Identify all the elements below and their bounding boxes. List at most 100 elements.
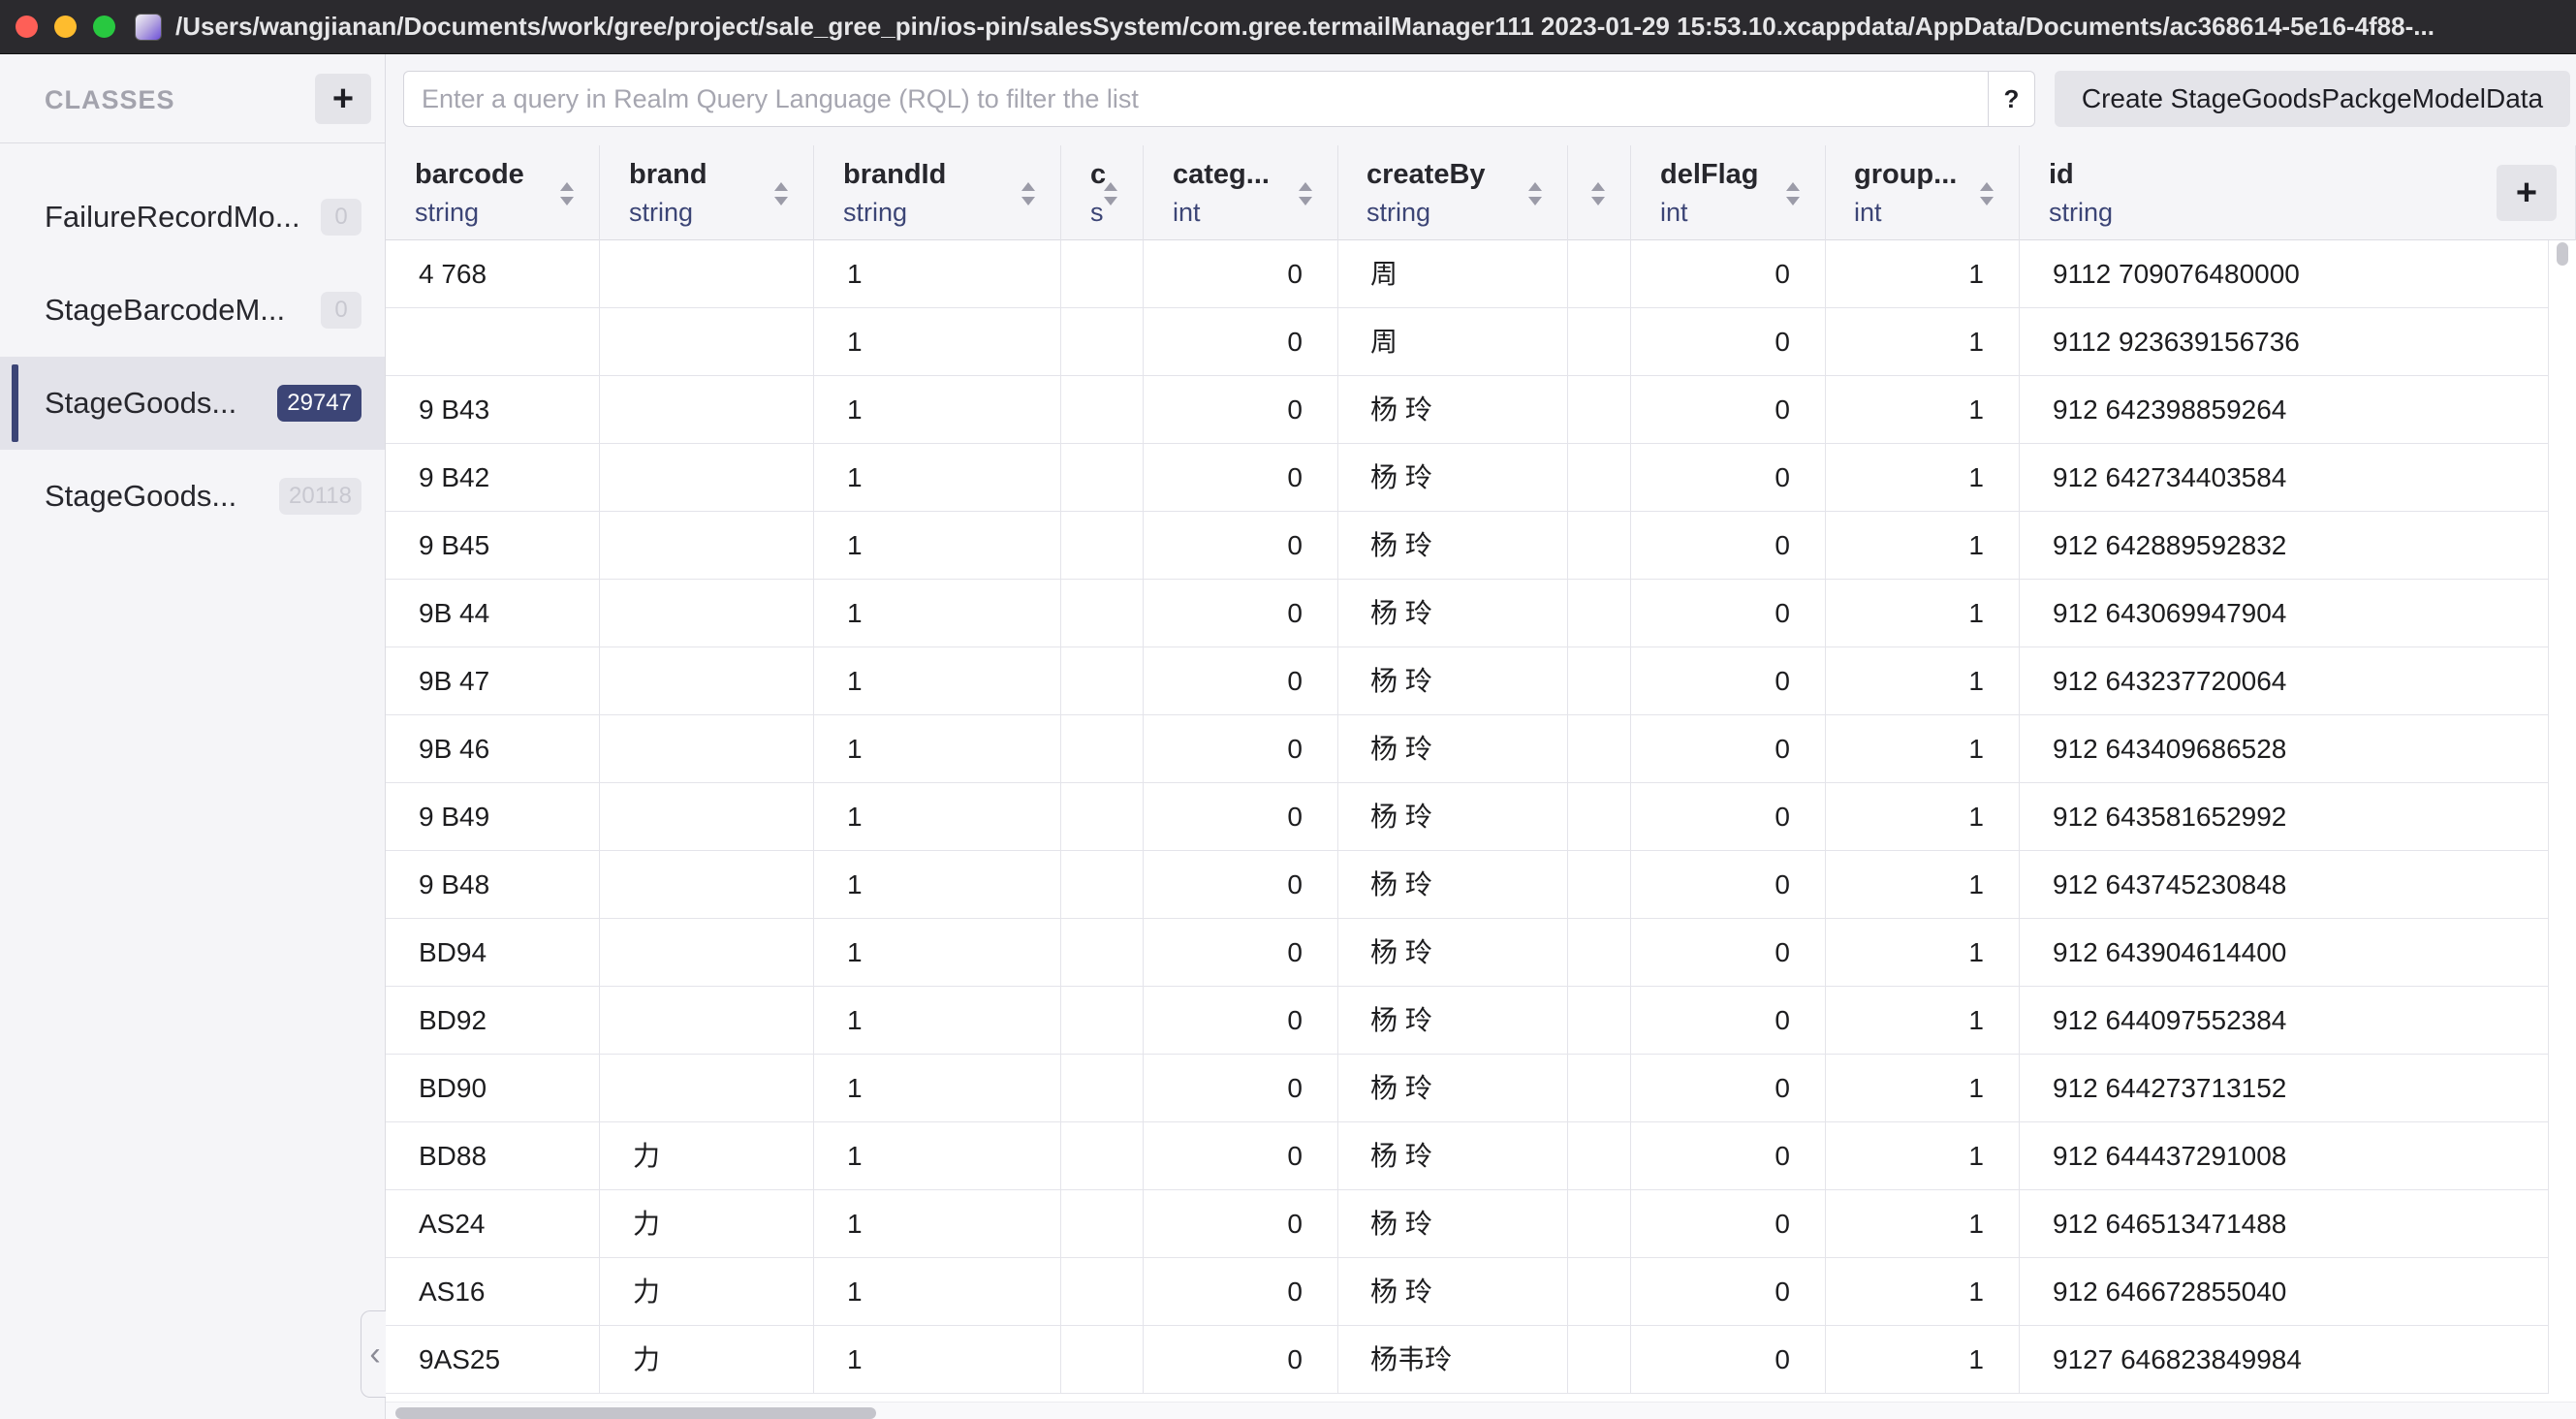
column-header[interactable]: group... int: [1825, 145, 2020, 240]
table-cell[interactable]: 1: [1825, 512, 2020, 579]
table-cell[interactable]: 0: [1144, 715, 1338, 782]
table-cell[interactable]: 0: [1631, 1258, 1826, 1325]
table-row[interactable]: 9B 44 1 0 杨 玲 0 1 912 643069947904: [386, 580, 2549, 647]
table-cell[interactable]: 1: [1825, 783, 2020, 850]
horizontal-scrollbar-thumb[interactable]: [395, 1407, 876, 1419]
table-row[interactable]: BD92 1 0 杨 玲 0 1 912 644097552384: [386, 987, 2549, 1055]
table-cell[interactable]: 0: [1631, 376, 1826, 443]
table-cell[interactable]: 0: [1144, 851, 1338, 918]
table-cell[interactable]: [1568, 1258, 1631, 1325]
table-cell[interactable]: 1: [1825, 1190, 2020, 1257]
table-cell[interactable]: 1: [814, 512, 1061, 579]
table-cell[interactable]: 0: [1631, 444, 1826, 511]
sort-icon[interactable]: [1591, 182, 1605, 205]
table-cell[interactable]: AS24: [386, 1190, 600, 1257]
table-cell[interactable]: 9B 46: [386, 715, 600, 782]
table-cell[interactable]: 1: [1825, 240, 2020, 307]
table-cell[interactable]: 1: [1825, 580, 2020, 646]
table-cell[interactable]: 1: [814, 715, 1061, 782]
table-cell[interactable]: [1568, 444, 1631, 511]
table-cell[interactable]: 9 B48: [386, 851, 600, 918]
table-cell[interactable]: [1061, 444, 1144, 511]
table-cell[interactable]: [1568, 715, 1631, 782]
table-cell[interactable]: [1568, 240, 1631, 307]
table-cell[interactable]: 0: [1631, 580, 1826, 646]
table-cell[interactable]: 0: [1631, 240, 1826, 307]
table-cell[interactable]: [600, 512, 814, 579]
table-cell[interactable]: 杨 玲: [1337, 512, 1568, 579]
sort-icon[interactable]: [1104, 182, 1117, 205]
table-cell[interactable]: [386, 308, 600, 375]
table-cell[interactable]: 0: [1144, 783, 1338, 850]
table-cell[interactable]: [600, 308, 814, 375]
table-cell[interactable]: 1: [1825, 919, 2020, 986]
table-cell[interactable]: 9 B43: [386, 376, 600, 443]
table-cell[interactable]: [600, 919, 814, 986]
table-cell[interactable]: 9B 44: [386, 580, 600, 646]
table-row[interactable]: 9 B42 1 0 杨 玲 0 1 912 642734403584: [386, 444, 2549, 512]
table-cell[interactable]: 9112 709076480000: [2020, 240, 2549, 307]
table-cell[interactable]: 杨 玲: [1337, 919, 1568, 986]
table-cell[interactable]: [1568, 512, 1631, 579]
collapse-sidebar-button[interactable]: ‹: [361, 1310, 389, 1398]
table-cell[interactable]: 杨 玲: [1337, 1055, 1568, 1121]
class-item[interactable]: StageGoods... 20118: [0, 450, 385, 543]
table-cell[interactable]: 0: [1144, 1122, 1338, 1189]
column-header[interactable]: cs: [1061, 145, 1144, 240]
table-cell[interactable]: AS16: [386, 1258, 600, 1325]
table-cell[interactable]: [1061, 376, 1144, 443]
column-header[interactable]: categ... int: [1144, 145, 1338, 240]
table-cell[interactable]: 0: [1631, 783, 1826, 850]
table-cell[interactable]: 912 642889592832: [2020, 512, 2549, 579]
table-cell[interactable]: 0: [1144, 308, 1338, 375]
table-cell[interactable]: BD94: [386, 919, 600, 986]
vertical-scrollbar[interactable]: [2557, 242, 2568, 266]
column-header[interactable]: brandId string: [814, 145, 1061, 240]
table-cell[interactable]: [1061, 987, 1144, 1054]
table-cell[interactable]: 9 B45: [386, 512, 600, 579]
table-cell[interactable]: 4 768: [386, 240, 600, 307]
table-cell[interactable]: 1: [1825, 987, 2020, 1054]
table-cell[interactable]: [1568, 1190, 1631, 1257]
table-cell[interactable]: 0: [1631, 308, 1826, 375]
table-cell[interactable]: [1061, 240, 1144, 307]
table-cell[interactable]: 1: [1825, 308, 2020, 375]
table-cell[interactable]: 1: [1825, 647, 2020, 714]
table-cell[interactable]: 912 642398859264: [2020, 376, 2549, 443]
table-cell[interactable]: 912 642734403584: [2020, 444, 2549, 511]
table-row[interactable]: 9 B43 1 0 杨 玲 0 1 912 642398859264: [386, 376, 2549, 444]
table-cell[interactable]: [600, 851, 814, 918]
table-cell[interactable]: 0: [1631, 512, 1826, 579]
table-cell[interactable]: [1568, 1055, 1631, 1121]
table-cell[interactable]: 1: [1825, 1055, 2020, 1121]
table-cell[interactable]: 0: [1144, 580, 1338, 646]
table-cell[interactable]: 杨 玲: [1337, 715, 1568, 782]
column-header[interactable]: brand string: [600, 145, 814, 240]
table-cell[interactable]: [600, 444, 814, 511]
table-cell[interactable]: 912 643409686528: [2020, 715, 2549, 782]
table-cell[interactable]: [1568, 647, 1631, 714]
table-cell[interactable]: 0: [1631, 987, 1826, 1054]
table-cell[interactable]: 周: [1337, 308, 1568, 375]
horizontal-scrollbar-track[interactable]: [386, 1402, 2576, 1419]
table-cell[interactable]: 0: [1144, 1258, 1338, 1325]
table-row[interactable]: 9 B49 1 0 杨 玲 0 1 912 643581652992: [386, 783, 2549, 851]
class-item[interactable]: FailureRecordMo... 0: [0, 171, 385, 264]
table-cell[interactable]: 912 646513471488: [2020, 1190, 2549, 1257]
table-cell[interactable]: 1: [814, 308, 1061, 375]
table-cell[interactable]: 杨 玲: [1337, 444, 1568, 511]
table-cell[interactable]: 0: [1631, 1122, 1826, 1189]
table-cell[interactable]: 杨 玲: [1337, 1122, 1568, 1189]
table-cell[interactable]: 周: [1337, 240, 1568, 307]
table-cell[interactable]: [1568, 580, 1631, 646]
sort-icon[interactable]: [1786, 182, 1800, 205]
table-cell[interactable]: 1: [814, 444, 1061, 511]
table-cell[interactable]: 0: [1631, 851, 1826, 918]
table-cell[interactable]: 1: [814, 240, 1061, 307]
table-cell[interactable]: 9AS25: [386, 1326, 600, 1393]
table-cell[interactable]: 0: [1144, 647, 1338, 714]
table-cell[interactable]: [1061, 1055, 1144, 1121]
add-property-button[interactable]: +: [2497, 165, 2557, 221]
table-cell[interactable]: [1568, 919, 1631, 986]
table-cell[interactable]: 912 644273713152: [2020, 1055, 2549, 1121]
